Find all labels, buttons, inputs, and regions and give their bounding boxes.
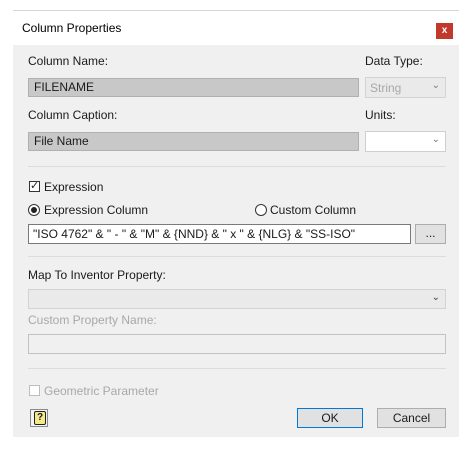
column-name-field[interactable]: FILENAME <box>28 78 359 97</box>
ok-button[interactable]: OK <box>297 408 363 428</box>
help-icon: ? <box>34 411 46 425</box>
expression-checkbox-label: Expression <box>44 180 104 194</box>
data-type-value: String <box>370 81 402 95</box>
custom-column-label: Custom Column <box>270 203 357 217</box>
cancel-button[interactable]: Cancel <box>377 408 446 428</box>
separator <box>28 368 446 369</box>
browse-button[interactable]: ... <box>415 224 446 244</box>
custom-property-name-label: Custom Property Name: <box>28 313 157 327</box>
custom-property-name-input[interactable] <box>28 334 446 354</box>
expression-input[interactable]: "ISO 4762" & " - " & "M" & {NND} & " x "… <box>28 224 411 244</box>
separator <box>28 256 446 257</box>
chevron-down-icon: ⌄ <box>431 292 440 303</box>
title-bar: Column Properties x <box>13 11 459 45</box>
expression-column-radio[interactable] <box>28 204 40 216</box>
chevron-down-icon: ⌄ <box>431 134 440 145</box>
radio-selected-dot <box>31 207 37 213</box>
units-dropdown[interactable]: ⌄ <box>365 131 446 152</box>
expression-column-label: Expression Column <box>44 203 149 217</box>
map-to-inventor-property-label: Map To Inventor Property: <box>28 268 166 282</box>
data-type-label: Data Type: <box>365 54 423 68</box>
close-button[interactable]: x <box>436 23 453 39</box>
column-caption-field[interactable]: File Name <box>28 132 359 151</box>
geometric-parameter-checkbox[interactable] <box>29 385 40 396</box>
column-properties-dialog: Column Properties x Column Name: FILENAM… <box>13 10 459 437</box>
column-caption-label: Column Caption: <box>28 108 118 122</box>
help-button[interactable]: ? <box>30 409 48 427</box>
close-icon: x <box>441 25 448 36</box>
map-to-inventor-property-dropdown[interactable]: ⌄ <box>28 289 446 309</box>
column-name-label: Column Name: <box>28 54 109 68</box>
geometric-parameter-label: Geometric Parameter <box>44 384 159 398</box>
data-type-dropdown[interactable]: String ⌄ <box>365 77 446 98</box>
custom-column-radio[interactable] <box>255 204 267 216</box>
units-label: Units: <box>365 108 396 122</box>
checkmark-icon: ✓ <box>30 180 40 192</box>
chevron-down-icon: ⌄ <box>431 80 440 91</box>
expression-checkbox[interactable]: ✓ <box>29 180 40 192</box>
separator <box>28 166 446 167</box>
window-title: Column Properties <box>22 21 122 35</box>
